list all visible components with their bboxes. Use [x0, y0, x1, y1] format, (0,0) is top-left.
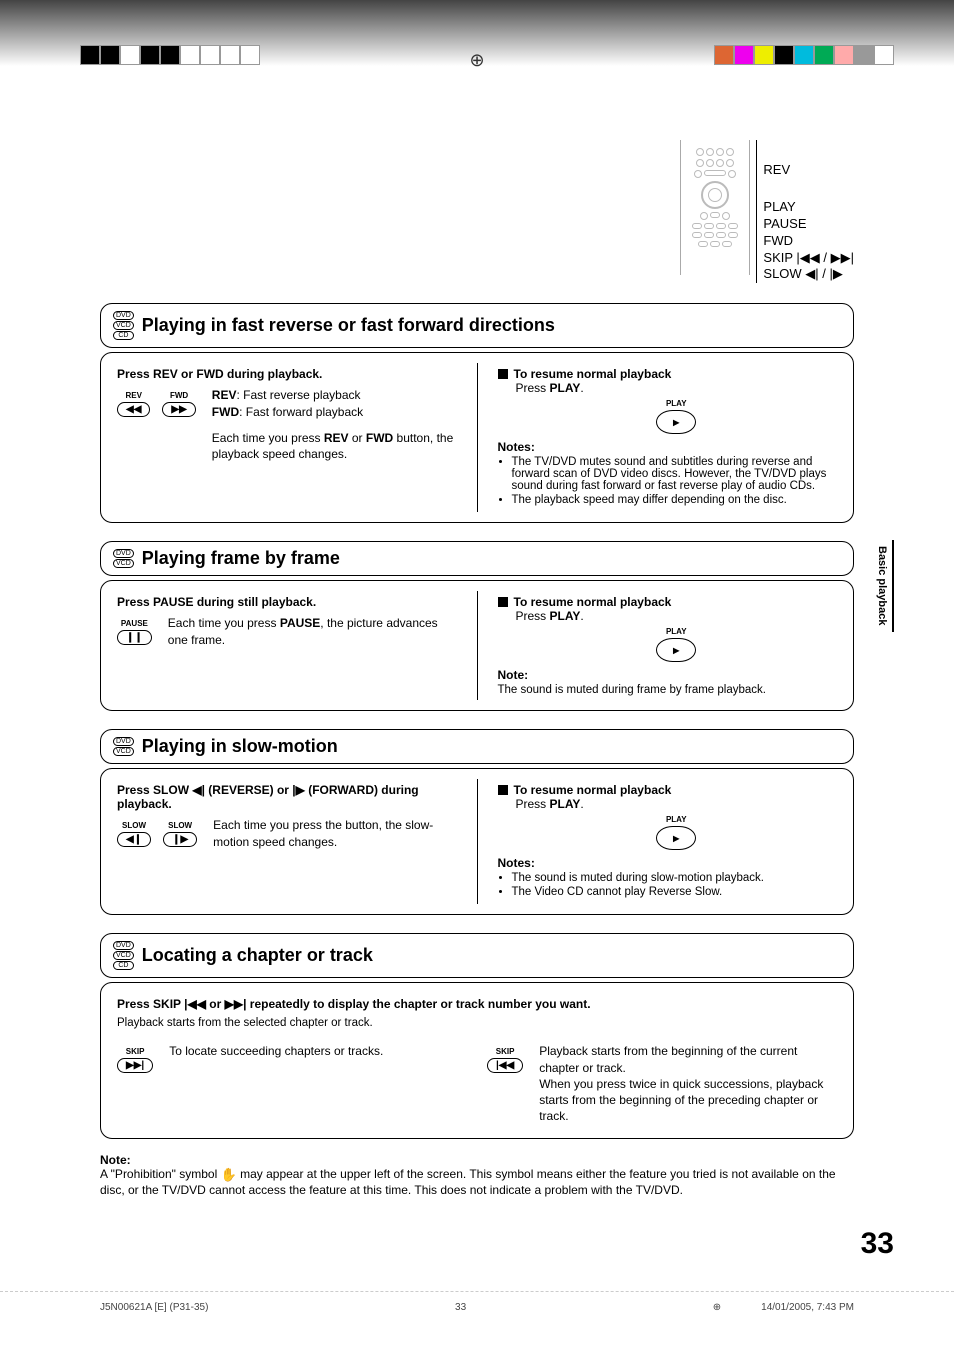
section2-title: Playing frame by frame — [142, 548, 340, 569]
notes-label: Notes: — [498, 440, 838, 454]
slow-buttons: SLOW ◀❙ SLOW ❙▶ — [117, 817, 197, 847]
disc-badges: DVD VCD CD — [113, 310, 134, 341]
play-button-icon: PLAY ▶ — [516, 815, 838, 850]
skip-next-button-icon: SKIP ▶▶| — [117, 1047, 153, 1073]
slow-rev-button-icon: SLOW ◀❙ — [117, 821, 151, 847]
remote-label-play: PLAY — [763, 199, 854, 216]
play-button-icon: PLAY ▶ — [516, 627, 838, 662]
disc-badges: DVD VCD — [113, 736, 134, 757]
remote-label-fwd: FWD — [763, 233, 854, 250]
remote-label-slow: SLOW ◀| / |▶ — [763, 266, 854, 283]
footer-doc-id: J5N00621A [E] (P31-35) — [100, 1302, 208, 1313]
remote-label-rev: REV — [763, 162, 854, 179]
section4-subline: Playback starts from the selected chapte… — [117, 1017, 837, 1029]
section4-instruction: Press SKIP |◀◀ or ▶▶| repeatedly to disp… — [117, 997, 837, 1011]
disc-badges: DVD VCD CD — [113, 940, 134, 971]
section1-instruction: Press REV or FWD during playback. — [117, 367, 457, 381]
section1-resume-heading: To resume normal playback — [498, 367, 838, 381]
section4-title: Locating a chapter or track — [142, 945, 373, 966]
crop-mark-icon: ⊕ — [713, 1302, 721, 1313]
fwd-button-icon: FWD ▶▶ — [162, 391, 195, 417]
remote-label-list: REV PLAY PAUSE FWD SKIP |◀◀ / ▶▶| SLOW ◀… — [756, 140, 854, 283]
top-crop-gradient: ⊕ — [0, 0, 954, 110]
page-number: 33 — [100, 1227, 894, 1261]
play-button-icon: PLAY ▶ — [516, 399, 838, 434]
skip-prev-button-icon: SKIP |◀◀ — [487, 1047, 523, 1073]
section3-resume-heading: To resume normal playback — [498, 783, 838, 797]
section1-title: Playing in fast reverse or fast forward … — [142, 315, 555, 336]
section4-body: Press SKIP |◀◀ or ▶▶| repeatedly to disp… — [100, 982, 854, 1139]
side-tab-label: Basic playback — [872, 540, 894, 632]
slow-fwd-button-icon: SLOW ❙▶ — [163, 821, 197, 847]
page-footnote: Note: A "Prohibition" symbol ✋ may appea… — [100, 1153, 854, 1197]
section3-instruction: Press SLOW ◀| (REVERSE) or |▶ (FORWARD) … — [117, 783, 457, 811]
section1-body: Press REV or FWD during playback. REV ◀◀… — [100, 352, 854, 523]
remote-diagram — [680, 140, 750, 275]
remote-reference-block: REV PLAY PAUSE FWD SKIP |◀◀ / ▶▶| SLOW ◀… — [100, 140, 854, 283]
footer-center: 33 — [455, 1302, 466, 1313]
section3-heading: DVD VCD Playing in slow-motion — [100, 729, 854, 764]
section2-note: The sound is muted during frame by frame… — [498, 684, 838, 696]
rev-button-icon: REV ◀◀ — [117, 391, 150, 417]
prohibition-hand-icon: ✋ — [221, 1167, 237, 1183]
pause-button-icon: PAUSE ❙❙ — [117, 619, 152, 645]
footer-timestamp: 14/01/2005, 7:43 PM — [761, 1302, 854, 1313]
disc-badges: DVD VCD — [113, 548, 134, 569]
remote-label-skip: SKIP |◀◀ / ▶▶| — [763, 250, 854, 267]
crop-mark-icon: ⊕ — [469, 50, 484, 71]
remote-label-pause: PAUSE — [763, 216, 854, 233]
section4-heading: DVD VCD CD Locating a chapter or track — [100, 933, 854, 978]
section2-resume-heading: To resume normal playback — [498, 595, 838, 609]
page-content: Basic playback REV PLAY PAUSE FWD SKIP |… — [0, 110, 954, 1291]
section2-body: Press PAUSE during still playback. PAUSE… — [100, 580, 854, 711]
section1-heading: DVD VCD CD Playing in fast reverse or fa… — [100, 303, 854, 348]
note-label: Note: — [498, 668, 838, 682]
section3-body: Press SLOW ◀| (REVERSE) or |▶ (FORWARD) … — [100, 768, 854, 915]
section1-notes: The TV/DVD mutes sound and subtitles dur… — [512, 456, 838, 506]
rev-fwd-buttons: REV ◀◀ FWD ▶▶ — [117, 387, 196, 417]
crop-footer: J5N00621A [E] (P31-35) 33 ⊕ 14/01/2005, … — [0, 1291, 954, 1333]
section3-title: Playing in slow-motion — [142, 736, 338, 757]
section2-heading: DVD VCD Playing frame by frame — [100, 541, 854, 576]
crop-color-blocks-left — [80, 45, 260, 65]
section2-instruction: Press PAUSE during still playback. — [117, 595, 457, 609]
section3-notes: The sound is muted during slow-motion pl… — [512, 872, 838, 898]
crop-color-blocks-right — [714, 45, 894, 65]
notes-label: Notes: — [498, 856, 838, 870]
